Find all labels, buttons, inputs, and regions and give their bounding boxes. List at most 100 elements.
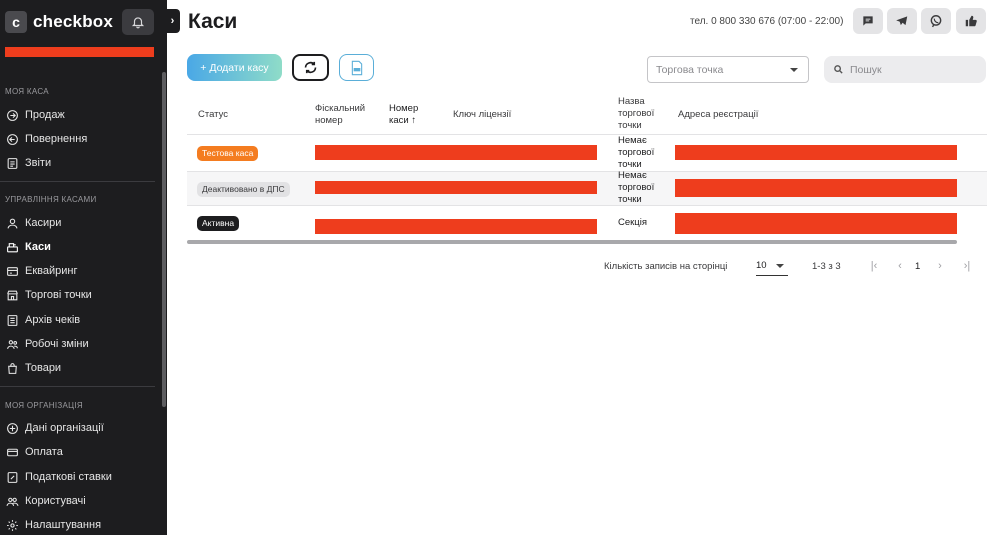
redacted-organization-name bbox=[5, 47, 154, 57]
cash-register-icon bbox=[7, 242, 18, 252]
sidebar-item-label: Архів чеків bbox=[25, 314, 81, 326]
sidebar-item-label: Каси bbox=[25, 241, 51, 253]
sidebar-item-stores[interactable]: Торгові точки bbox=[6, 285, 92, 305]
file-export-icon bbox=[351, 60, 362, 75]
brand[interactable]: c checkbox bbox=[5, 9, 113, 35]
status-badge: Деактивовано в ДПС bbox=[197, 182, 290, 197]
sidebar-item-settings[interactable]: Налаштування bbox=[6, 515, 101, 535]
viber-icon bbox=[930, 15, 942, 28]
sidebar-item-payment[interactable]: Оплата bbox=[6, 442, 63, 462]
sidebar-item-acquiring[interactable]: Еквайринг bbox=[6, 261, 77, 281]
sidebar-item-reports[interactable]: Звіти bbox=[6, 153, 51, 173]
column-header-registration-address[interactable]: Адреса реєстрації bbox=[678, 109, 758, 121]
like-icon bbox=[965, 15, 977, 27]
search-box[interactable] bbox=[824, 56, 986, 83]
store-select[interactable]: Торгова точка bbox=[647, 56, 809, 83]
add-register-button[interactable]: + Додати касу bbox=[187, 54, 282, 81]
refresh-button[interactable] bbox=[292, 54, 329, 81]
bell-icon bbox=[131, 17, 145, 29]
chat-icon bbox=[863, 16, 873, 26]
store-icon bbox=[7, 290, 18, 300]
sidebar-item-organization-data[interactable]: Дані організації bbox=[6, 418, 104, 438]
rows-per-page-label: Кількість записів на сторінці bbox=[604, 261, 728, 272]
rows-per-page-value: 10 bbox=[756, 260, 767, 271]
chevron-right-icon: › bbox=[938, 260, 942, 272]
column-header-status[interactable]: Статус bbox=[198, 109, 228, 121]
first-page-button[interactable]: |‹ bbox=[866, 258, 882, 274]
store-name-cell: Немає торгової точки bbox=[618, 135, 655, 170]
sidebar-item-shifts[interactable]: Робочі зміни bbox=[6, 334, 89, 354]
pagination-range: 1-3 з 3 bbox=[812, 261, 841, 272]
sidebar-scrollbar[interactable] bbox=[162, 72, 166, 407]
chevron-left-icon: ‹ bbox=[898, 260, 902, 272]
status-badge: Тестова каса bbox=[197, 146, 259, 161]
store-select-placeholder: Торгова точка bbox=[656, 63, 724, 76]
sidebar-item-products[interactable]: Товари bbox=[6, 358, 61, 378]
sidebar-item-label: Еквайринг bbox=[25, 265, 78, 277]
redacted-address bbox=[675, 145, 957, 160]
telegram-button[interactable] bbox=[887, 8, 917, 34]
sidebar-item-sale[interactable]: Продаж bbox=[6, 105, 65, 125]
sidebar-divider bbox=[0, 386, 155, 387]
rows-per-page-select[interactable]: 10 bbox=[756, 256, 788, 276]
notifications-button[interactable] bbox=[122, 9, 154, 35]
next-page-button[interactable]: › bbox=[932, 258, 948, 274]
sidebar-item-label: Торгові точки bbox=[25, 289, 92, 301]
users-icon bbox=[6, 497, 19, 506]
sidebar-item-label: Продаж bbox=[25, 109, 65, 121]
sidebar-item-registers[interactable]: Каси bbox=[6, 237, 51, 257]
search-icon bbox=[834, 65, 843, 74]
table-horizontal-scrollbar[interactable] bbox=[187, 240, 957, 244]
page-title: Каси bbox=[188, 10, 238, 33]
brand-name: checkbox bbox=[33, 12, 114, 31]
redacted-address bbox=[675, 213, 957, 234]
arrow-left-circle-icon bbox=[7, 133, 18, 145]
chevron-right-icon: › bbox=[170, 15, 175, 27]
sidebar-item-label: Товари bbox=[25, 362, 62, 374]
column-header-fiscal-number[interactable]: Фіскальний номер bbox=[315, 103, 375, 127]
chat-button[interactable] bbox=[853, 8, 883, 34]
sidebar-item-label: Касири bbox=[25, 217, 62, 229]
settings-icon bbox=[7, 519, 18, 531]
sidebar-item-users[interactable]: Користувачі bbox=[6, 491, 86, 511]
viber-button[interactable] bbox=[921, 8, 951, 34]
report-icon bbox=[7, 157, 18, 169]
column-header-store-name[interactable]: Назва торгової точки bbox=[618, 96, 666, 132]
sidebar-item-receipt-archive[interactable]: Архів чеків bbox=[6, 310, 80, 330]
sidebar-item-label: Робочі зміни bbox=[25, 338, 89, 350]
last-page-button[interactable]: ›| bbox=[959, 258, 975, 274]
sidebar-item-label: Звіти bbox=[25, 157, 52, 169]
export-button[interactable] bbox=[339, 54, 374, 81]
sidebar-item-cashiers[interactable]: Касири bbox=[6, 213, 61, 233]
sidebar-item-label: Користувачі bbox=[25, 495, 86, 507]
previous-page-button[interactable]: ‹ bbox=[892, 258, 908, 274]
cashier-icon bbox=[7, 218, 18, 228]
payment-icon bbox=[7, 448, 18, 456]
sidebar: c checkbox МОЯ КАСА Продаж Повернення Зв… bbox=[0, 0, 167, 535]
shifts-icon bbox=[7, 339, 18, 349]
column-header-register-number[interactable]: Номер каси ↑ bbox=[389, 103, 429, 127]
tax-icon bbox=[7, 471, 18, 483]
section-title-my-organization: МОЯ ОРГАНІЗАЦІЯ bbox=[5, 401, 83, 410]
redacted-address bbox=[675, 179, 957, 197]
section-title-my-register: МОЯ КАСА bbox=[5, 87, 49, 96]
support-phone: тел. 0 800 330 676 (07:00 - 22:00) bbox=[690, 16, 844, 27]
search-input[interactable] bbox=[850, 63, 970, 76]
sidebar-item-tax-rates[interactable]: Податкові ставки bbox=[6, 467, 112, 487]
caret-down-icon bbox=[790, 68, 798, 72]
redacted-fiscal-data bbox=[315, 219, 597, 234]
card-terminal-icon bbox=[7, 266, 18, 276]
table-header-divider bbox=[187, 134, 987, 135]
column-header-license-key[interactable]: Ключ ліцензії bbox=[453, 109, 511, 121]
bag-icon bbox=[8, 362, 17, 374]
sidebar-item-label: Повернення bbox=[25, 133, 88, 145]
store-name-cell: Немає торгової точки bbox=[618, 170, 655, 205]
sidebar-item-returns[interactable]: Повернення bbox=[6, 129, 87, 149]
sidebar-toggle-button[interactable]: › bbox=[165, 9, 180, 33]
sidebar-divider bbox=[0, 181, 155, 182]
like-button[interactable] bbox=[956, 8, 986, 34]
first-page-icon: |‹ bbox=[870, 260, 878, 272]
organization-icon bbox=[7, 422, 18, 434]
sidebar-item-label: Дані організації bbox=[25, 422, 104, 434]
sidebar-item-label: Податкові ставки bbox=[25, 471, 112, 483]
